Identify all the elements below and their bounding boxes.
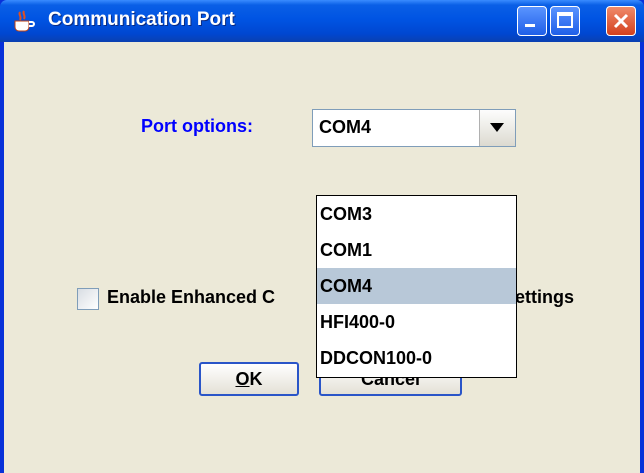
- minimize-button[interactable]: [517, 6, 547, 36]
- dialog-window: Communication Port Port options: COM4 En…: [0, 0, 644, 473]
- port-selected-value: COM4: [319, 117, 372, 137]
- close-button[interactable]: [606, 6, 636, 36]
- port-options-combobox[interactable]: COM4: [312, 109, 516, 147]
- dropdown-item-com3[interactable]: COM3: [317, 196, 516, 232]
- close-icon: [613, 13, 629, 29]
- java-coffee-cup-icon[interactable]: [10, 9, 36, 33]
- dropdown-item-hfi400-0[interactable]: HFI400-0: [317, 304, 516, 340]
- dropdown-item-com4[interactable]: COM4: [317, 268, 516, 304]
- ok-button[interactable]: OK: [199, 362, 299, 396]
- ok-mnemonic: O: [235, 369, 250, 389]
- enhanced-settings-label-left[interactable]: Enable Enhanced C: [107, 287, 275, 308]
- port-options-dropdown-list: COM3 COM1 COM4 HFI400-0 DDCON100-0: [316, 195, 517, 378]
- minimize-icon: [525, 24, 535, 27]
- combobox-dropdown-button[interactable]: [479, 110, 515, 146]
- dropdown-item-com1[interactable]: COM1: [317, 232, 516, 268]
- enhanced-settings-checkbox[interactable]: [77, 288, 99, 310]
- maximize-button[interactable]: [550, 6, 580, 36]
- port-options-label: Port options:: [141, 116, 253, 136]
- maximize-icon: [557, 12, 573, 28]
- triangle-down-icon: [490, 123, 504, 132]
- title-bar[interactable]: Communication Port: [0, 0, 644, 42]
- ok-label-rest: K: [249, 369, 263, 389]
- enhanced-settings-label-right[interactable]: ettings: [515, 287, 574, 308]
- window-title: Communication Port: [48, 9, 235, 30]
- dropdown-item-ddcon100-0[interactable]: DDCON100-0: [317, 340, 516, 376]
